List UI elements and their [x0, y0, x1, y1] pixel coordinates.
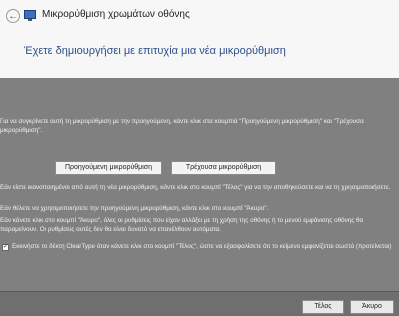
finish-button[interactable]: Τέλος [302, 300, 344, 314]
back-arrow-icon[interactable]: ← [6, 9, 20, 23]
cancel-button[interactable]: Άκυρο [350, 300, 394, 314]
title-bar: ← Μικρορύθμιση χρωμάτων οθόνης [0, 0, 399, 35]
finish-instructions: Εάν είστε ικανοποιημένοι από αυτή τη νέα… [0, 184, 391, 191]
cleartype-label: Εκκινήστε το δέκτη ClearType όταν κάνετε… [12, 243, 392, 250]
previous-calibration-button[interactable]: Προηγούμενη μικρορύθμιση [55, 161, 162, 175]
page-heading: Έχετε δημιουργήσει με επιτυχία μια νέα μ… [24, 45, 286, 57]
display-color-icon [24, 10, 36, 21]
compare-instructions: Για να συγκρίνετε αυτή τη μικρορύθμιση μ… [0, 118, 364, 134]
calibration-window: ← Μικρορύθμιση χρωμάτων οθόνης Έχετε δημ… [0, 0, 399, 316]
cancel-instructions: Εάν θέλετε να χρησιμοποιήσετε την προηγο… [0, 205, 269, 212]
current-calibration-button[interactable]: Τρέχουσα μικρορύθμιση [171, 161, 276, 175]
cancel-warning: Εάν κάνετε κλικ στο κουμπί "Άκυρο", όλες… [0, 217, 364, 233]
cleartype-checkbox[interactable]: ✓ [2, 244, 9, 251]
window-title: Μικρορύθμιση χρωμάτων οθόνης [42, 9, 190, 20]
